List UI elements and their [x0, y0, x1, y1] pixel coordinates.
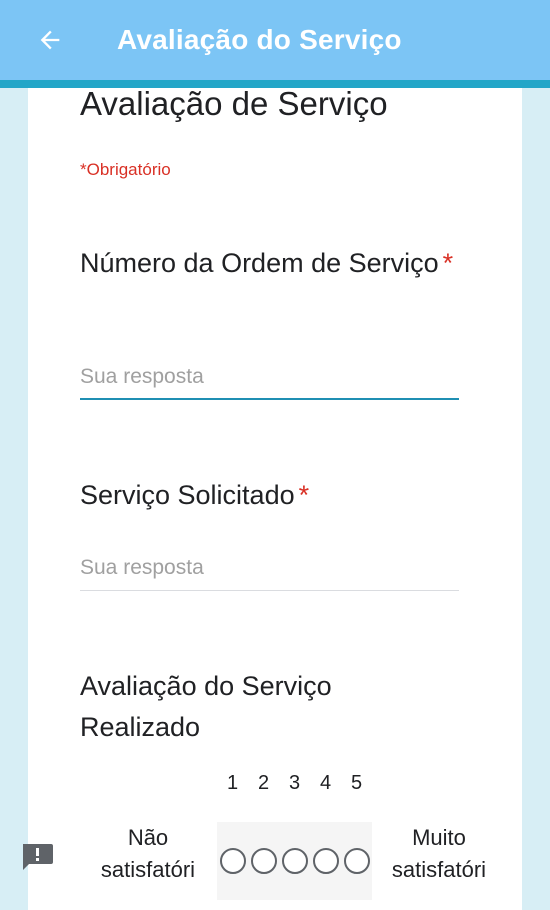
scale-number-3: 3	[288, 772, 301, 794]
scale-number-5: 5	[350, 772, 363, 794]
input-underline	[80, 590, 459, 591]
rating-radio-1[interactable]	[217, 846, 248, 877]
question-label: Avaliação do Serviço Realizado	[80, 671, 332, 742]
question-service-rating: Avaliação do Serviço Realizado	[80, 666, 380, 748]
rating-radio-2[interactable]	[248, 846, 279, 877]
required-note: *Obrigatório	[80, 160, 171, 179]
scale-number-2: 2	[257, 772, 270, 794]
rating-radio-group	[217, 822, 372, 900]
answer-order-number-field[interactable]	[80, 360, 459, 400]
rating-scale-numbers: 1 2 3 4 5	[217, 772, 372, 798]
arrow-left-icon[interactable]	[30, 20, 70, 60]
scale-high-label: Muito satisfatóri	[391, 825, 487, 882]
radio-ring	[250, 848, 277, 874]
question-order-number: Número da Ordem de Serviço *	[80, 243, 460, 284]
question-label: Número da Ordem de Serviço	[80, 248, 439, 278]
form-title: Avaliação de Serviço	[80, 85, 388, 122]
requested-service-input[interactable]	[80, 551, 459, 585]
radio-ring	[312, 848, 339, 874]
app-bar-title: Avaliação do Serviço	[117, 24, 402, 55]
input-underline	[80, 398, 459, 400]
radio-ring	[281, 848, 308, 874]
rating-radio-3[interactable]	[279, 846, 310, 877]
required-asterisk: *	[298, 480, 310, 510]
question-requested-service: Serviço Solicitado *	[80, 475, 460, 516]
scale-number-4: 4	[319, 772, 332, 794]
radio-ring	[219, 848, 246, 874]
order-number-input[interactable]	[80, 360, 459, 394]
radio-ring	[343, 848, 370, 874]
scale-low-label: Não satisfatóri	[100, 825, 196, 882]
app-bar: Avaliação do Serviço	[0, 0, 550, 80]
answer-requested-service-field[interactable]	[80, 551, 459, 591]
report-feedback-icon[interactable]	[20, 842, 54, 872]
scale-number-1: 1	[226, 772, 239, 794]
rating-radio-4[interactable]	[310, 846, 341, 877]
question-label: Serviço Solicitado	[80, 480, 295, 510]
rating-radio-5[interactable]	[341, 846, 372, 877]
required-asterisk: *	[442, 248, 454, 278]
